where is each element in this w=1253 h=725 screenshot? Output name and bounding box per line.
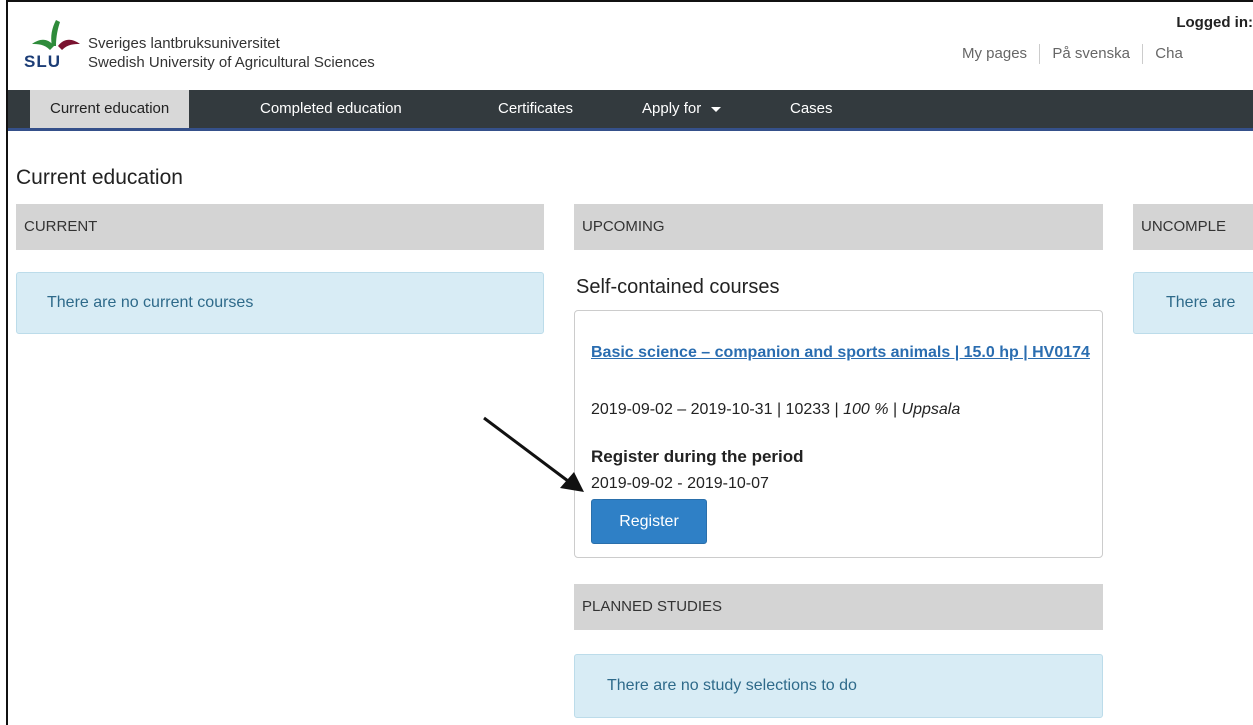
org-name-sv: Sveriges lantbruksuniversitet [88, 35, 280, 52]
course-pace: 100 % [843, 401, 889, 418]
main-nav: Current education Completed education Ce… [8, 90, 1253, 131]
planned-studies-header: PLANNED STUDIES [574, 584, 1103, 630]
change-link[interactable]: Cha [1155, 45, 1183, 62]
register-period-label: Register during the period [591, 447, 804, 466]
course-meta: 2019-09-02 – 2019-10-31 | 10233 | 100 % … [591, 401, 960, 419]
no-current-courses-alert: There are no current courses [16, 272, 544, 334]
tab-completed-education[interactable]: Completed education [260, 90, 402, 128]
tab-label: Cases [790, 100, 833, 117]
course-card: Basic science – companion and sports ani… [574, 310, 1103, 558]
page-title: Current education [16, 166, 183, 189]
tab-apply-for[interactable]: Apply for [642, 90, 722, 128]
divider [1039, 44, 1041, 64]
no-study-selections-alert: There are no study selections to do [574, 654, 1103, 718]
current-header: CURRENT [16, 204, 544, 250]
tab-label: Current education [50, 100, 170, 117]
course-dates: 2019-09-02 – 2019-10-31 [591, 401, 773, 418]
screenshot-border-top [6, 0, 1253, 2]
chevron-down-icon [711, 106, 722, 112]
tab-label: Apply for [642, 100, 702, 117]
separator: | [892, 401, 902, 418]
course-code: 10233 [785, 401, 831, 418]
tab-current-education[interactable]: Current education [30, 90, 190, 128]
my-pages-link[interactable]: My pages [962, 45, 1027, 62]
org-name-en: Swedish University of Agricultural Scien… [88, 54, 375, 71]
course-location: Uppsala [901, 401, 961, 418]
top-links: My pages På svenska Cha [962, 44, 1183, 64]
register-button[interactable]: Register [591, 499, 707, 544]
logged-in-label: Logged in: [1176, 14, 1253, 31]
tab-label: Certificates [498, 100, 574, 117]
tab-label: Completed education [260, 100, 402, 117]
separator: | [834, 401, 844, 418]
upcoming-header: UPCOMING [574, 204, 1103, 250]
uncompleted-alert: There are [1133, 272, 1253, 334]
self-contained-courses-heading: Self-contained courses [576, 276, 780, 298]
uncompleted-header: UNCOMPLE [1133, 204, 1253, 250]
course-title-link[interactable]: Basic science – companion and sports ani… [591, 343, 1091, 363]
slu-abbreviation: SLU [24, 52, 61, 71]
register-period-dates: 2019-09-02 - 2019-10-07 [591, 475, 769, 492]
tab-cases[interactable]: Cases [790, 90, 833, 128]
tab-certificates[interactable]: Certificates [498, 90, 573, 128]
swedish-language-link[interactable]: På svenska [1052, 45, 1130, 62]
divider [1142, 44, 1144, 64]
annotation-arrow [483, 416, 584, 492]
org-name: Sveriges lantbruksuniversitet Swedish Un… [88, 34, 375, 72]
separator: | [776, 401, 786, 418]
